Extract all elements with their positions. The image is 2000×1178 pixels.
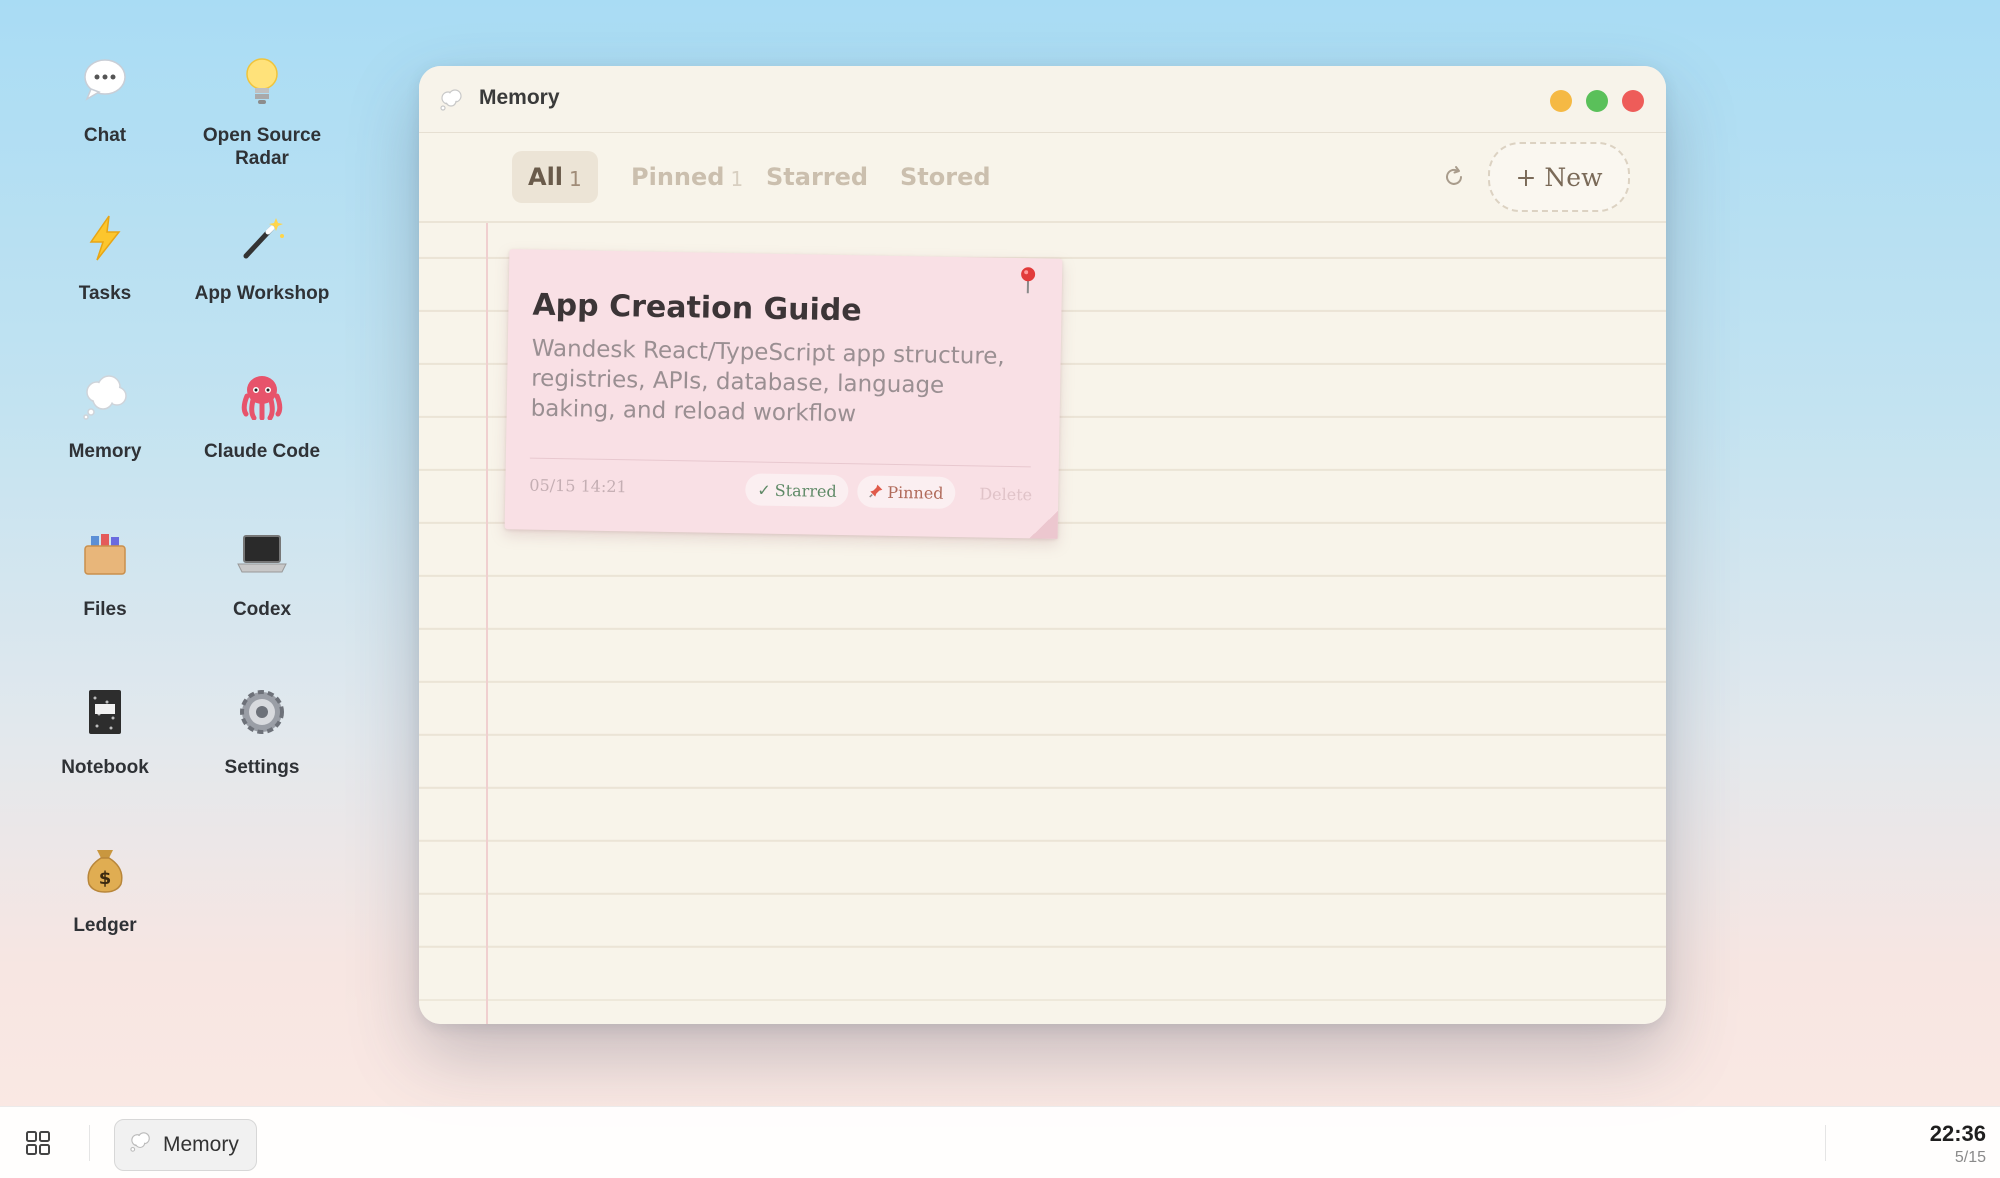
note-divider: [529, 457, 1031, 468]
starred-label: Starred: [774, 480, 837, 501]
paper-margin-line: [486, 133, 488, 1024]
close-button[interactable]: [1622, 90, 1644, 112]
taskbar-item-label: Memory: [163, 1133, 239, 1156]
tab-pinned[interactable]: Pinned 1: [615, 151, 759, 203]
pinned-toggle[interactable]: Pinned: [857, 475, 956, 510]
notebook-icon: [73, 680, 137, 744]
desktop-icon-label: Files: [83, 599, 127, 620]
tab-starred[interactable]: Starred: [750, 151, 884, 203]
magic-wand-icon: [230, 206, 294, 270]
money-bag-icon: $: [73, 838, 137, 902]
tab-label: All: [528, 163, 564, 191]
note-title: App Creation Guide: [532, 287, 862, 329]
window-title: Memory: [479, 86, 560, 109]
desktop-icon-ledger[interactable]: $ Ledger: [25, 838, 185, 937]
svg-text:$: $: [99, 868, 112, 889]
maximize-button[interactable]: [1586, 90, 1608, 112]
desktop-icon-claude-code[interactable]: Claude Code: [182, 364, 342, 463]
window-titlebar[interactable]: Memory: [419, 66, 1666, 133]
tab-label: Stored: [900, 163, 991, 191]
page-curl: [1029, 510, 1059, 539]
note-body: Wandesk React/TypeScript app structure, …: [530, 335, 1005, 428]
new-memory-button[interactable]: + New: [1488, 142, 1630, 212]
pin-icon: [1018, 266, 1038, 294]
laptop-icon: [230, 522, 294, 586]
minimize-button[interactable]: [1550, 90, 1572, 112]
thought-bubble-icon: [73, 364, 137, 428]
desktop-icon-chat[interactable]: Chat: [25, 48, 185, 147]
tab-label: Pinned: [631, 163, 725, 191]
clock-time: 22:36: [1929, 1121, 1986, 1146]
pushpin-icon: [869, 482, 883, 501]
taskbar-divider: [1825, 1125, 1826, 1161]
desktop-icon-label: Claude Code: [203, 441, 321, 462]
clock-date: 5/15: [1954, 1149, 1986, 1166]
desktop-icon-codex[interactable]: Codex: [182, 522, 342, 621]
tab-label: Starred: [766, 163, 869, 191]
desktop-icon-label: Settings: [224, 757, 300, 778]
note-timestamp: 05/15 14:21: [529, 475, 627, 497]
thought-bubble-icon: [129, 1131, 153, 1159]
app-grid-icon[interactable]: [24, 1129, 52, 1157]
desktop-icon-notebook[interactable]: Notebook: [25, 680, 185, 779]
taskbar-divider: [89, 1125, 90, 1161]
file-box-icon: [73, 522, 137, 586]
desktop-icon-memory[interactable]: Memory: [25, 364, 185, 463]
desktop-icon-label: Memory: [68, 441, 142, 462]
desktop-icon-label: App Workshop: [194, 283, 330, 304]
filter-toolbar: [419, 133, 1666, 223]
check-icon: ✓: [757, 480, 771, 500]
delete-button[interactable]: Delete: [967, 477, 1044, 510]
pinned-label: Pinned: [887, 482, 944, 503]
memory-window: Memory All 1 Pinned 1 Starred Stored + N…: [419, 66, 1666, 1024]
desktop-icon-label: Ledger: [73, 915, 137, 936]
thought-bubble-icon: [439, 88, 465, 112]
tab-all[interactable]: All 1: [512, 151, 598, 203]
desktop-icon-label: Chat: [83, 125, 127, 146]
desktop-icon-files[interactable]: Files: [25, 522, 185, 621]
taskbar: Memory 22:36 5/15: [0, 1106, 2000, 1178]
gear-icon: [230, 680, 294, 744]
desktop-icon-label: Tasks: [78, 283, 132, 304]
desktop-icon-label: Notebook: [61, 757, 149, 778]
starred-toggle[interactable]: ✓ Starred: [745, 473, 849, 508]
taskbar-clock[interactable]: 22:36 5/15: [1930, 1121, 1986, 1167]
tab-count: 1: [730, 167, 744, 191]
desktop-icon-settings[interactable]: Settings: [182, 680, 342, 779]
tab-stored[interactable]: Stored: [884, 151, 1007, 203]
refresh-icon[interactable]: [1439, 162, 1469, 192]
desktop-icon-label: Codex: [232, 599, 292, 620]
tab-count: 1: [569, 167, 582, 191]
chat-bubble-icon: [73, 48, 137, 112]
taskbar-item-memory[interactable]: Memory: [114, 1119, 257, 1171]
memory-note-card[interactable]: App Creation Guide Wandesk React/TypeScr…: [504, 249, 1063, 539]
lightning-icon: [73, 206, 137, 270]
desktop-icon-app-workshop[interactable]: App Workshop: [182, 206, 342, 305]
desktop-icon-open-source-radar[interactable]: Open Source Radar: [182, 48, 342, 170]
desktop-icon-tasks[interactable]: Tasks: [25, 206, 185, 305]
lightbulb-icon: [230, 48, 294, 112]
octopus-icon: [230, 364, 294, 428]
desktop-icon-label: Open Source Radar: [202, 125, 322, 169]
